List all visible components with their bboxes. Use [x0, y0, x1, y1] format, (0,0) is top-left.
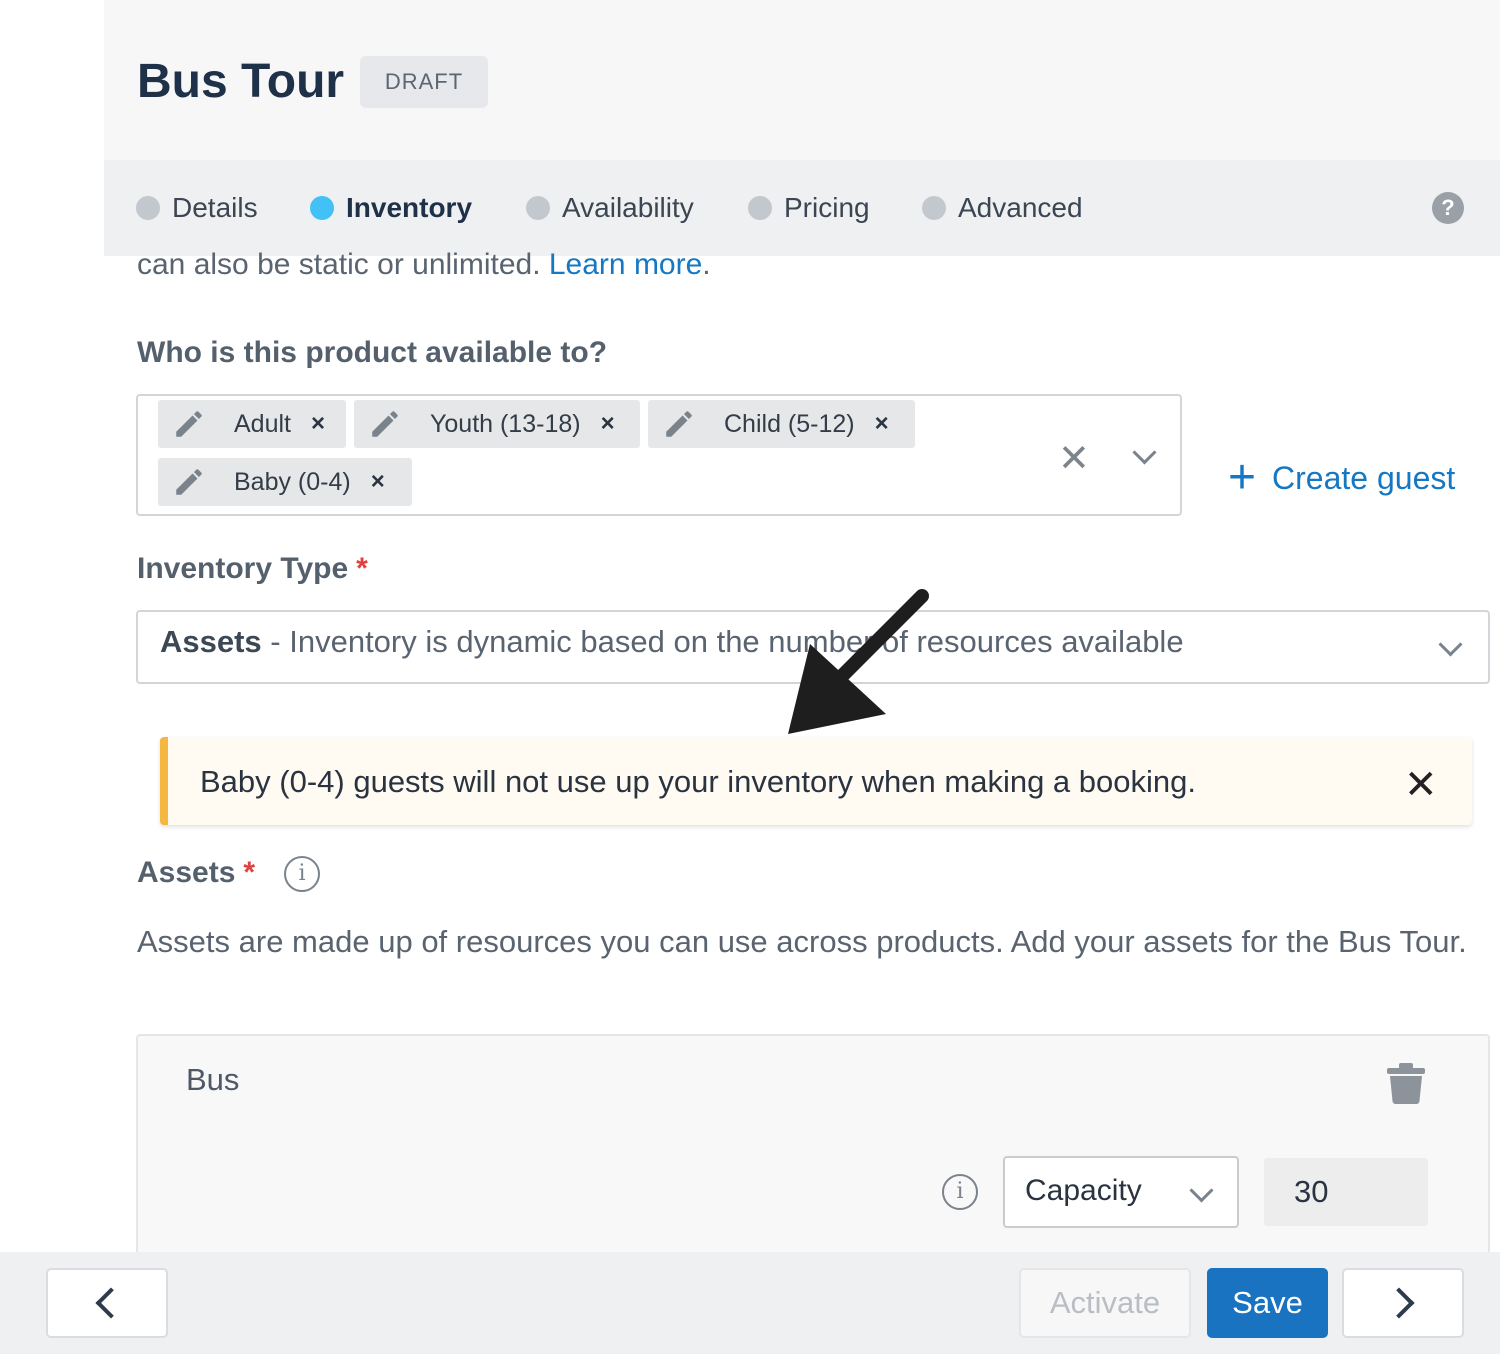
capacity-input-value: 30	[1294, 1174, 1329, 1209]
remove-chip-icon[interactable]: ×	[601, 410, 615, 438]
chevron-right-icon	[1383, 1287, 1415, 1319]
guests-label: Who is this product available to?	[137, 336, 608, 369]
activate-button[interactable]: Activate	[1019, 1268, 1191, 1338]
tab-pricing[interactable]: Pricing	[748, 190, 870, 226]
alert-message: Baby (0-4) guests will not use up your i…	[200, 764, 1196, 799]
chip-label: Adult	[234, 409, 291, 438]
tab-label: Inventory	[346, 192, 473, 223]
inventory-type-label-text: Inventory Type	[137, 552, 349, 585]
tab-label: Details	[172, 192, 258, 223]
save-button[interactable]: Save	[1207, 1268, 1328, 1338]
tab-inventory[interactable]: Inventory	[310, 190, 472, 226]
chevron-left-icon	[95, 1287, 127, 1319]
capacity-input[interactable]	[1264, 1158, 1428, 1226]
create-guest-label: Create guest	[1272, 459, 1456, 496]
next-button[interactable]	[1342, 1268, 1464, 1338]
chip-label: Child (5-12)	[724, 409, 855, 438]
remove-chip-icon[interactable]: ×	[875, 410, 889, 438]
clear-all-icon[interactable]: ✕	[1058, 436, 1090, 481]
step-dot-icon	[922, 196, 946, 220]
inventory-type-label: Inventory Type *	[137, 552, 368, 586]
intro-text: can also be static or unlimited. Learn m…	[137, 248, 711, 282]
tab-label: Availability	[562, 192, 694, 223]
tab-label: Pricing	[784, 192, 870, 223]
back-button[interactable]	[46, 1268, 168, 1338]
chip-label: Baby (0-4)	[234, 467, 351, 496]
required-mark: *	[356, 552, 368, 585]
guest-chip-baby[interactable]: Baby (0-4) ×	[158, 458, 412, 506]
assets-label: Assets *	[137, 856, 255, 890]
pencil-icon[interactable]	[172, 407, 206, 441]
chip-label: Youth (13-18)	[430, 409, 581, 438]
remove-chip-icon[interactable]: ×	[371, 468, 385, 496]
help-icon[interactable]: ?	[1432, 192, 1464, 224]
intro-text-body: can also be static or unlimited.	[137, 248, 549, 281]
guest-chip-youth[interactable]: Youth (13-18) ×	[354, 400, 640, 448]
close-icon[interactable]: ✕	[1404, 762, 1438, 808]
create-guest-button[interactable]: + Create guest	[1228, 451, 1456, 504]
pencil-icon[interactable]	[172, 465, 206, 499]
required-mark: *	[243, 856, 256, 889]
tab-advanced[interactable]: Advanced	[922, 190, 1083, 226]
inventory-type-value-bold: Assets	[160, 624, 262, 659]
step-dot-icon	[136, 196, 160, 220]
guest-chip-child[interactable]: Child (5-12) ×	[648, 400, 915, 448]
info-icon[interactable]: i	[942, 1174, 978, 1210]
assets-label-text: Assets	[137, 856, 236, 889]
assets-description: Assets are made up of resources you can …	[137, 924, 1467, 959]
tab-label: Advanced	[958, 192, 1083, 223]
inventory-type-value-rest: - Inventory is dynamic based on the numb…	[261, 624, 1184, 659]
trash-icon[interactable]	[1386, 1062, 1426, 1104]
guest-chip-adult[interactable]: Adult ×	[158, 400, 346, 448]
intro-suffix: .	[702, 248, 711, 281]
step-dot-icon	[310, 196, 334, 220]
asset-card	[136, 1034, 1490, 1278]
status-badge: DRAFT	[360, 56, 488, 108]
remove-chip-icon[interactable]: ×	[311, 410, 325, 438]
step-dot-icon	[526, 196, 550, 220]
page-title: Bus Tour	[137, 55, 345, 108]
plus-icon: +	[1228, 451, 1257, 504]
pencil-icon[interactable]	[662, 407, 696, 441]
info-icon[interactable]: i	[284, 856, 320, 892]
annotation-arrow	[788, 589, 929, 734]
step-dot-icon	[748, 196, 772, 220]
inventory-type-value: Assets - Inventory is dynamic based on t…	[160, 624, 1184, 660]
asset-name: Bus	[186, 1062, 240, 1097]
tab-availability[interactable]: Availability	[526, 190, 694, 226]
capacity-select-value: Capacity	[1025, 1174, 1142, 1207]
tab-details[interactable]: Details	[136, 190, 258, 226]
learn-more-link[interactable]: Learn more	[549, 248, 702, 281]
pencil-icon[interactable]	[368, 407, 402, 441]
